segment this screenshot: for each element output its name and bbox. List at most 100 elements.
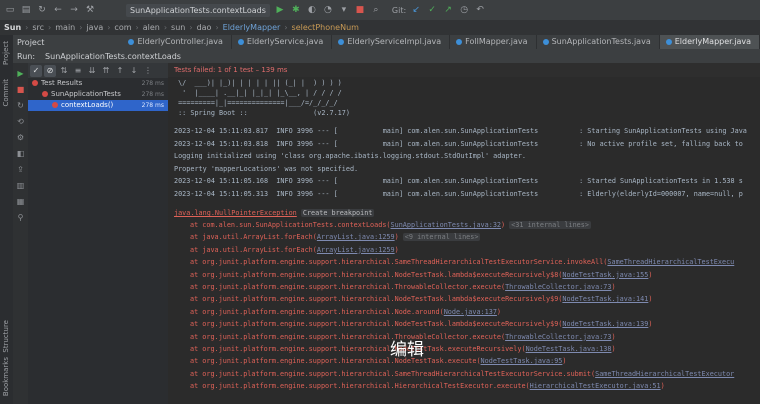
breadcrumb-item[interactable]: sun [171, 23, 185, 32]
sync-icon[interactable]: ↻ [36, 4, 48, 16]
breadcrumb-item[interactable]: Sun [4, 23, 21, 32]
breadcrumb-item[interactable]: com [114, 23, 131, 32]
tree-toolbar: ✓ ⊘ ⇅ ≡ ⇊ ⇈ ↑ ↓ ⋮ [28, 63, 168, 78]
next-failed-icon[interactable]: ↓ [128, 65, 140, 77]
toggle-autotest-icon[interactable]: ⟲ [15, 116, 26, 127]
source-link[interactable]: Node.java:137 [444, 308, 497, 316]
run-tools-column: ▶ ■ ↻ ⟲ ⚙ ◧ ⇪ ▥ ▦ ⚲ [13, 63, 29, 404]
source-link[interactable]: NodeTestTask.java:138 [526, 345, 612, 353]
source-link[interactable]: SameThreadHierarchicalTestExecu [607, 258, 734, 266]
source-link[interactable]: ThrowableCollector.java:73 [505, 333, 611, 341]
run-config-selector[interactable]: SunApplicationTests.contextLoads [126, 3, 270, 17]
exception-name[interactable]: java.lang.NullPointerException [174, 209, 297, 217]
editor-tab-label: FollMapper.java [465, 37, 528, 46]
test-tree: Test Results 278 ms SunApplicationTests 278… [28, 78, 168, 111]
source-link[interactable]: ArrayList.java:1259 [317, 233, 395, 241]
test-failed-icon [52, 101, 58, 108]
settings-icon[interactable]: ⚙ [15, 132, 26, 143]
stop-icon[interactable]: ■ [354, 4, 366, 16]
sort-alpha-icon[interactable]: ⇅ [58, 65, 70, 77]
test-tree-item[interactable]: Test Results 278 ms [28, 78, 168, 89]
back-icon[interactable]: ← [52, 4, 64, 16]
sort-duration-icon[interactable]: ≡ [72, 65, 84, 77]
rerun-icon[interactable]: ▶ [15, 68, 26, 79]
chevron-right-icon: › [215, 23, 219, 32]
collapse-all-icon[interactable]: ⇈ [100, 65, 112, 77]
breadcrumb-item[interactable]: alen [143, 23, 160, 32]
test-tree-item[interactable]: contextLoads() 278 ms [28, 100, 168, 111]
chevron-right-icon: › [135, 23, 139, 32]
forward-icon[interactable]: → [68, 4, 80, 16]
source-link[interactable]: NodeTestTask.java:141 [562, 295, 648, 303]
rollback-icon[interactable]: ↶ [474, 4, 486, 16]
project-tool-tab[interactable]: Project [2, 41, 10, 65]
run-icon[interactable]: ▶ [274, 4, 286, 16]
structure-tool-tab[interactable]: Structure [2, 320, 10, 353]
source-link[interactable]: NodeTestTask.java:139 [562, 320, 648, 328]
git-update-icon[interactable]: ↙ [410, 4, 422, 16]
camera-icon[interactable]: ◧ [15, 148, 26, 159]
more-icon[interactable]: ⋮ [142, 65, 154, 77]
git-commit-icon[interactable]: ✓ [426, 4, 438, 16]
breadcrumb-item[interactable]: dao [197, 23, 212, 32]
show-passed-icon[interactable]: ✓ [30, 64, 42, 77]
stack-frame-end: ) [611, 283, 616, 291]
internal-lines-toggle[interactable]: <31 internal lines> [509, 221, 591, 229]
bookmarks-tool-tab[interactable]: Bookmarks [2, 357, 10, 396]
history-icon[interactable]: ◷ [458, 4, 470, 16]
editor-tab[interactable]: ElderlyServiceImpl.java [332, 35, 451, 49]
print-icon[interactable]: ▥ [15, 180, 26, 191]
source-link[interactable]: SunApplicationTests.java:32 [391, 221, 502, 229]
stop-icon[interactable]: ■ [15, 84, 26, 95]
run-config-tab[interactable]: SunApplicationTests.contextLoads [45, 52, 181, 61]
editor-tab[interactable]: ElderlyService.java [232, 35, 333, 49]
trash-icon[interactable]: ▦ [15, 196, 26, 207]
commit-tool-tab[interactable]: Commit [2, 79, 10, 107]
debug-icon[interactable]: ✱ [290, 4, 302, 16]
breadcrumb-item[interactable]: selectPhoneNum [292, 23, 359, 32]
exception-line: java.lang.NullPointerException Create br… [174, 209, 375, 218]
source-link[interactable]: ThrowableCollector.java:73 [505, 283, 611, 291]
breadcrumb-item[interactable]: ElderlyMapper [223, 23, 281, 32]
expand-all-icon[interactable]: ⇊ [86, 65, 98, 77]
source-link[interactable]: ArrayList.java:1259 [317, 246, 395, 254]
breadcrumb-item[interactable]: src [32, 23, 44, 32]
internal-lines-toggle[interactable]: <9 internal lines> [402, 233, 481, 242]
more-run-icon[interactable]: ▾ [338, 4, 350, 16]
stack-frame: at org.junit.platform.engine.support.hie… [190, 320, 563, 329]
coverage-icon[interactable]: ◐ [306, 4, 318, 16]
breadcrumb-item[interactable]: main [55, 23, 75, 32]
stack-frame: at org.junit.platform.engine.support.hie… [190, 382, 530, 391]
test-results-panel: ✓ ⊘ ⇅ ≡ ⇊ ⇈ ↑ ↓ ⋮ Test Results 278 ms SunA… [28, 63, 169, 404]
stack-frame: at org.junit.platform.engine.support.hie… [190, 283, 506, 291]
source-link[interactable]: SameThreadHierarchicalTestExecutor [595, 370, 734, 378]
export-icon[interactable]: ⇪ [15, 164, 26, 175]
editor-tab[interactable]: SunApplicationTests.java [537, 35, 660, 49]
breadcrumb-item[interactable]: java [86, 23, 103, 32]
log-line: 2023-12-04 15:11:05.168 INFO 3996 --- [ … [174, 177, 743, 185]
editor-tab[interactable]: ElderlyController.java [122, 35, 232, 49]
stack-frame: at com.alen.sun.SunApplicationTests.cont… [190, 221, 391, 229]
editor-tab[interactable]: ElderlyMapper.java [659, 35, 760, 49]
test-tree-label: SunApplicationTests [51, 90, 121, 98]
create-breakpoint-link[interactable]: Create breakpoint [300, 209, 375, 217]
source-link[interactable]: HierarchicalTestExecutor.java:51 [530, 382, 661, 390]
editor-tab-label: SunApplicationTests.java [551, 37, 651, 46]
profile-icon[interactable]: ◔ [322, 4, 334, 16]
hammer-icon[interactable]: ⚒ [84, 4, 96, 16]
save-icon[interactable]: ▤ [20, 4, 32, 16]
test-tree-label: contextLoads() [61, 101, 114, 109]
source-link[interactable]: NodeTestTask.java:95 [481, 357, 563, 365]
folder-icon[interactable]: ▭ [4, 4, 16, 16]
prev-failed-icon[interactable]: ↑ [114, 65, 126, 77]
project-view-selector[interactable]: Project [13, 38, 122, 47]
pin-icon[interactable]: ⚲ [15, 212, 26, 223]
chevron-right-icon: › [163, 23, 168, 32]
git-push-icon[interactable]: ↗ [442, 4, 454, 16]
editor-tab[interactable]: FollMapper.java [450, 35, 537, 49]
rerun-failed-icon[interactable]: ↻ [15, 100, 26, 111]
search-icon[interactable]: ⌕ [370, 4, 382, 16]
test-tree-item[interactable]: SunApplicationTests 278 ms [28, 89, 168, 100]
source-link[interactable]: NodeTestTask.java:155 [562, 271, 648, 279]
show-ignored-icon[interactable]: ⊘ [44, 64, 56, 77]
